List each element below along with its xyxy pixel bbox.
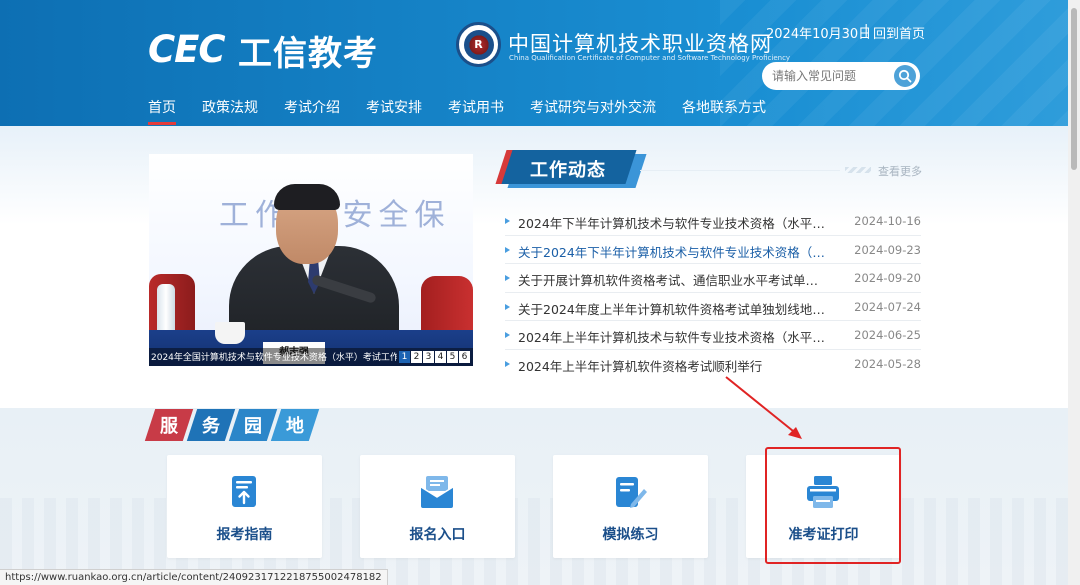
practice-icon	[616, 477, 647, 508]
carousel-caption[interactable]: 2024年全国计算机技术与软件专业技术资格（水平）考试工作会议	[151, 350, 397, 363]
bullet-icon	[505, 332, 510, 339]
services-title: 服 务 园 地	[144, 409, 320, 441]
carousel-pager: 1 2 3 4 5 6	[399, 351, 471, 363]
news-divider	[640, 170, 840, 171]
news-item[interactable]: 2024年下半年计算机技术与软件专业技术资格（水平）考试… 2024-10-16	[505, 207, 921, 236]
header-separator: |	[864, 23, 869, 38]
services-title-text: 服	[160, 416, 178, 437]
register-icon	[420, 476, 454, 508]
emblem-mark: R	[463, 29, 494, 60]
carousel-page-6[interactable]: 6	[459, 351, 470, 363]
guide-icon	[232, 476, 256, 507]
status-bar-url: https://www.ruankao.org.cn/article/conte…	[0, 569, 388, 585]
card-mock-practice[interactable]: 模拟练习	[553, 455, 708, 558]
news-title: 工作动态	[530, 160, 606, 181]
news-item-title[interactable]: 关于开展计算机软件资格考试、通信职业水平考试单独划线地区…	[518, 270, 830, 289]
services-title-char: 务	[186, 409, 236, 441]
emblem-icon: R	[456, 22, 501, 67]
news-item-date: 2024-09-20	[854, 271, 921, 286]
services-title-text: 务	[202, 416, 220, 437]
carousel-page-1[interactable]: 1	[399, 351, 410, 363]
news-item[interactable]: 关于2024年度上半年计算机软件资格考试单独划线地区… 2024-07-24	[505, 293, 921, 322]
news-item-date: 2024-09-23	[854, 242, 921, 257]
news-more-link[interactable]: 查看更多	[878, 163, 922, 179]
carousel-page-5[interactable]: 5	[447, 351, 458, 363]
services-title-text: 地	[286, 416, 304, 437]
news-item[interactable]: 2024年上半年计算机技术与软件专业技术资格（水平）考试… 2024-06-25	[505, 321, 921, 350]
carousel-page-3[interactable]: 3	[423, 351, 434, 363]
news-item-date: 2024-07-24	[854, 299, 921, 314]
news-item-date: 2024-05-28	[854, 356, 921, 371]
card-label: 报名入口	[409, 527, 466, 543]
nav-item-exam-books[interactable]: 考试用书	[448, 97, 504, 125]
carousel-hair	[274, 184, 340, 210]
annotation-arrow	[725, 376, 802, 439]
news-carousel[interactable]: 工作 暨安全保 郝志强 2024年全国计算机技术与软件专业技术资格（水平）考试工…	[149, 154, 473, 366]
news-item-title[interactable]: 关于2024年下半年计算机技术与软件专业技术资格（水平）…	[518, 242, 830, 261]
bullet-icon	[505, 360, 510, 367]
annotation-highlight	[765, 447, 901, 564]
services-title-text: 园	[244, 416, 262, 437]
services-title-char: 服	[144, 409, 194, 441]
more-decoration	[845, 167, 871, 173]
news-item[interactable]: 关于开展计算机软件资格考试、通信职业水平考试单独划线地区… 2024-09-20	[505, 264, 921, 293]
nav-item-exam-intro[interactable]: 考试介绍	[284, 97, 340, 125]
bullet-icon	[505, 218, 510, 224]
news-item[interactable]: 2024年上半年计算机软件资格考试顺利举行 2024-05-28	[505, 350, 921, 379]
nav-item-contacts[interactable]: 各地联系方式	[682, 97, 766, 125]
bullet-icon	[505, 303, 510, 310]
bullet-icon	[505, 275, 510, 282]
news-item-title[interactable]: 关于2024年度上半年计算机软件资格考试单独划线地区…	[518, 299, 830, 318]
services-title-char: 地	[270, 409, 320, 441]
current-date: 2024年10月30日	[766, 27, 872, 42]
carousel-page-2[interactable]: 2	[411, 351, 422, 363]
news-item-title[interactable]: 2024年上半年计算机技术与软件专业技术资格（水平）考试…	[518, 327, 830, 346]
card-label: 模拟练习	[602, 527, 659, 543]
news-item-date: 2024-06-25	[854, 328, 921, 343]
site-subtitle: China Qualification Certificate of Compu…	[509, 54, 791, 62]
card-exam-guide[interactable]: 报考指南	[167, 455, 322, 558]
carousel-page-4[interactable]: 4	[435, 351, 446, 363]
card-label: 报考指南	[216, 527, 273, 543]
bullet-icon	[505, 246, 510, 253]
news-list: 2024年下半年计算机技术与软件专业技术资格（水平）考试… 2024-10-16…	[505, 207, 921, 379]
cec-logo[interactable]: CEC	[148, 28, 226, 71]
nav-item-home[interactable]: 首页	[148, 97, 176, 125]
search-box	[762, 62, 920, 90]
site-header: CEC 工信教考 R 中国计算机技术职业资格网 China Qualificat…	[0, 0, 1080, 126]
news-item-date: 2024-10-16	[854, 214, 921, 228]
nav-item-policy[interactable]: 政策法规	[202, 97, 258, 125]
news-item-title[interactable]: 2024年下半年计算机技术与软件专业技术资格（水平）考试…	[518, 213, 830, 232]
carousel-cup	[215, 322, 245, 344]
vertical-scrollbar[interactable]	[1068, 0, 1080, 585]
search-button[interactable]	[894, 65, 916, 87]
search-input[interactable]	[772, 62, 890, 90]
scrollbar-thumb[interactable]	[1071, 8, 1077, 170]
nav-item-research[interactable]: 考试研究与对外交流	[530, 97, 656, 125]
logo-text[interactable]: 工信教考	[238, 26, 378, 75]
search-icon	[898, 69, 912, 83]
card-registration[interactable]: 报名入口	[360, 455, 515, 558]
main-nav: 首页 政策法规 考试介绍 考试安排 考试用书 考试研究与对外交流 各地联系方式	[148, 97, 792, 125]
nav-item-exam-schedule[interactable]: 考试安排	[366, 97, 422, 125]
news-item[interactable]: 关于2024年下半年计算机技术与软件专业技术资格（水平）… 2024-09-23	[505, 236, 921, 265]
services-title-char: 园	[228, 409, 278, 441]
home-link[interactable]: 回到首页	[873, 23, 925, 42]
